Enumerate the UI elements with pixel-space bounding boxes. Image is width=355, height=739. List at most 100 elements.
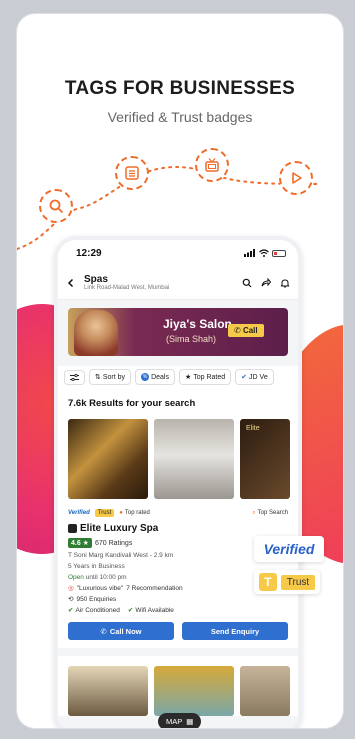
phone-icon: ✆: [234, 326, 241, 335]
headline: TAGS FOR BUSINESSES: [64, 78, 296, 99]
ratings-count: 670 Ratings: [94, 539, 133, 547]
trust-tag: Trust: [94, 509, 115, 517]
phone-mockup: 12:29 Spas Link Road-Malad West, Mumbai: [54, 236, 302, 728]
filter-top-rated[interactable]: ★ Top Rated: [178, 369, 232, 385]
header-titles: Spas Link Road-Malad West, Mumbai: [84, 274, 234, 291]
top-search-label: Top Search: [257, 510, 288, 516]
app-screen: 12:29 Spas Link Road-Malad West, Mumbai: [58, 240, 298, 728]
map-button[interactable]: MAP ▦: [158, 713, 202, 728]
filter-deals[interactable]: % Deals: [135, 369, 175, 385]
verified-badge-label: Verified: [263, 541, 315, 557]
banner-owner-name: (Sima Shah): [166, 334, 217, 344]
star-icon: ★: [184, 374, 192, 381]
bell-icon[interactable]: [280, 278, 290, 288]
listing-photo[interactable]: Elite: [240, 419, 290, 499]
enquiries-row: ⟲ 950 Enquiries: [68, 595, 288, 604]
amenity-label: Air Conditioned: [75, 606, 120, 614]
years-in-business: 5 Years in Business: [68, 563, 125, 570]
list-icon: [115, 156, 149, 190]
trust-badge-label: Trust: [280, 574, 316, 590]
banner-call-button[interactable]: ✆ Call: [228, 324, 264, 337]
banner-call-label: Call: [242, 326, 258, 335]
filter-bar: ⇅ Sort by % Deals ★ Top Rated ✔ JD Ve: [58, 366, 298, 388]
listing-photo-strip[interactable]: Elite: [58, 415, 298, 507]
rating-badge: 4.6 ★: [68, 538, 92, 548]
amenity-wifi: ✔ Wifi Available: [127, 606, 174, 615]
open-status: Open: [68, 574, 84, 581]
trust-t-icon: T: [258, 573, 277, 591]
filter-label: Deals: [151, 373, 169, 381]
verified-badge-callout: Verified: [254, 536, 324, 562]
map-label: MAP: [166, 717, 183, 726]
banner-model-image: [74, 310, 118, 356]
amenity-label: Wifi Available: [135, 606, 174, 614]
app-header: Spas Link Road-Malad West, Mumbai: [58, 266, 298, 300]
filter-label: Top Rated: [193, 373, 226, 381]
call-now-label: Call Now: [109, 626, 142, 636]
listing-actions: ✆ Call Now Send Enquiry: [68, 622, 288, 640]
amenity-ac: ✔ Air Conditioned: [68, 606, 120, 615]
tv-icon: [195, 148, 229, 182]
wifi-icon: [259, 249, 269, 257]
filter-label: JD Ve: [249, 373, 268, 381]
trust-badge-callout: T Trust: [254, 570, 320, 594]
thumbs-up-icon: ●: [119, 510, 123, 516]
top-rated-label: Top rated: [124, 510, 150, 516]
page-title: Spas: [84, 274, 108, 285]
vibe-quote: "Luxurious vibe": [76, 584, 124, 592]
signal-icon: [244, 249, 255, 257]
search-icon[interactable]: [242, 278, 252, 288]
header-actions: [242, 277, 290, 288]
vibe-recommendations: 7 Recommendation: [126, 584, 183, 592]
check-circle-icon: ✔: [127, 607, 134, 614]
top-rated-tag: ● Top rated: [119, 510, 150, 516]
rating-value: 4.6: [71, 540, 81, 547]
map-icon: ▦: [186, 717, 194, 726]
status-icons: [244, 249, 286, 257]
share-icon[interactable]: [261, 277, 271, 288]
sliders-icon: [70, 373, 79, 381]
filter-sort-by[interactable]: ⇅ Sort by: [89, 369, 132, 385]
send-enquiry-label: Send Enquiry: [210, 626, 260, 636]
banner-salon-name: Jiya's Salon: [163, 317, 232, 331]
sort-icon: ⇅: [95, 374, 101, 381]
listing-tags: Verified Trust ● Top rated ⌕ Top Search: [68, 509, 288, 517]
listing-photo[interactable]: [240, 666, 290, 716]
deals-icon: %: [141, 373, 150, 381]
filter-settings-chip[interactable]: [64, 369, 85, 385]
vibe-icon: ◎: [68, 585, 74, 592]
results-count: 7.6k Results for your search: [58, 388, 298, 415]
listing-photo[interactable]: [68, 666, 148, 716]
business-logo-icon: [68, 524, 77, 533]
ad-banner[interactable]: Jiya's Salon (Sima Shah) ✆ Call: [68, 308, 288, 356]
search-icon: [39, 189, 73, 223]
open-until: until 10:00 pm: [85, 574, 127, 581]
search-icon: ⌕: [252, 509, 256, 516]
check-circle-icon: ✔: [68, 607, 74, 614]
send-enquiry-button[interactable]: Send Enquiry: [182, 622, 288, 640]
enquiries-count: 950 Enquiries: [76, 595, 117, 603]
trend-icon: ⟲: [68, 596, 74, 603]
status-bar: 12:29: [58, 240, 298, 266]
back-arrow-icon[interactable]: [66, 278, 76, 288]
call-now-button[interactable]: ✆ Call Now: [68, 622, 174, 640]
business-name-row[interactable]: Elite Luxury Spa: [68, 523, 288, 534]
check-icon: ✔: [241, 374, 248, 381]
listing-photo[interactable]: [68, 419, 148, 499]
listing-photo[interactable]: [154, 666, 234, 716]
business-name: Elite Luxury Spa: [80, 523, 159, 534]
play-icon: [279, 161, 313, 195]
filter-jd-verified[interactable]: ✔ JD Ve: [235, 369, 274, 385]
phone-icon: ✆: [100, 626, 107, 636]
promo-card: TAGS FOR BUSINESSES Verified & Trust bad…: [17, 14, 343, 728]
battery-icon: [272, 249, 286, 257]
location-subtitle[interactable]: Link Road-Malad West, Mumbai: [84, 285, 234, 291]
photo-caption: Elite: [246, 425, 260, 432]
next-listing-photos[interactable]: [58, 656, 298, 716]
listing-photo[interactable]: [154, 419, 234, 499]
subheadline: Verified & Trust badges: [107, 109, 253, 125]
verified-tag: Verified: [68, 510, 90, 516]
top-search-tag: ⌕ Top Search: [252, 510, 288, 517]
amenities-row: ✔ Air Conditioned ✔ Wifi Available: [68, 606, 288, 615]
status-time: 12:29: [76, 247, 102, 259]
